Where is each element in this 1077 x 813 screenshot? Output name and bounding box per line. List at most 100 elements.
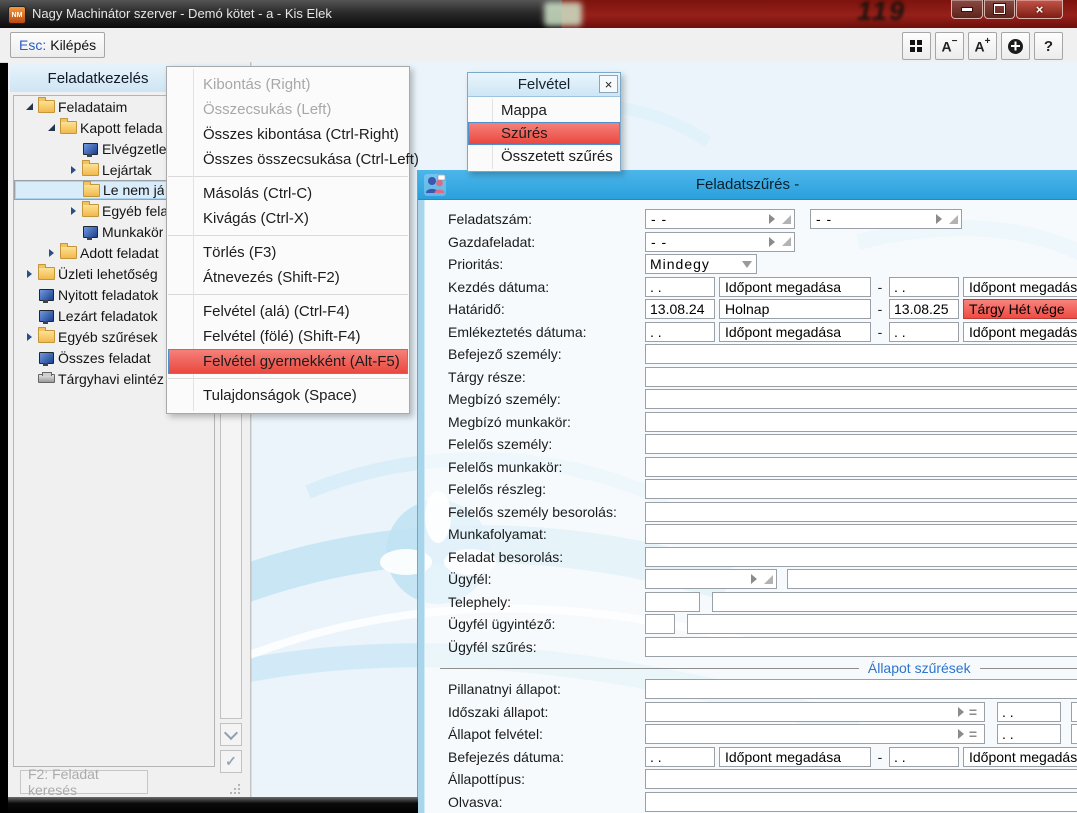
llapot-felv-tel-combo[interactable]: =: [645, 724, 985, 744]
priorit-s-select[interactable]: Mindegy: [645, 254, 757, 274]
id-szaki-llapot-picker-button[interactable]: Időpont megadása: [1071, 702, 1077, 722]
megb-z-munkak-r-input[interactable]: [645, 412, 1077, 432]
field-controls: Mindegy: [645, 254, 757, 274]
gyf-l-input[interactable]: [787, 569, 1077, 589]
megb-z-szem-ly-input[interactable]: [645, 389, 1077, 409]
scroll-down-button[interactable]: [220, 723, 242, 746]
felel-s-szem-ly-input[interactable]: [645, 434, 1077, 454]
t-rgy-r-sze-input[interactable]: [645, 367, 1077, 387]
gyf-l-combo[interactable]: [645, 569, 777, 589]
telephely-input[interactable]: [645, 592, 700, 612]
pillanatnyi-llapot-input[interactable]: [645, 679, 1077, 699]
popup-close-button[interactable]: ×: [599, 75, 618, 93]
eml-keztet-s-d-tuma-picker-button[interactable]: Időpont megadása: [719, 322, 871, 342]
llapot-felv-tel-date-input[interactable]: . .: [997, 724, 1061, 744]
feladatsz-m-combo[interactable]: - -: [645, 209, 795, 229]
feladat-besorol-s-input[interactable]: [645, 547, 1077, 567]
befejez-s-d-tuma-picker-button[interactable]: Időpont megadása: [963, 747, 1077, 767]
kezd-s-d-tuma-picker-button[interactable]: Időpont megadása: [719, 277, 871, 297]
menu-item-felv-tel-gyermekk-nt[interactable]: Felvétel gyermekként (Alt-F5): [168, 349, 408, 374]
collapsed-arrow-icon[interactable]: [66, 166, 80, 174]
menu-item-kiv-g-s[interactable]: Kivágás (Ctrl-X): [167, 206, 409, 231]
monitor-icon: [80, 143, 100, 155]
collapsed-arrow-icon[interactable]: [22, 333, 36, 341]
feladatsz-m-combo[interactable]: - -: [810, 209, 962, 229]
resize-grip-icon[interactable]: [764, 575, 773, 584]
field-controls: [645, 792, 1077, 812]
field-label: Telephely:: [448, 594, 511, 610]
exit-button[interactable]: Esc: Kilépés: [10, 32, 105, 58]
resize-grip-icon[interactable]: [782, 237, 791, 246]
popup-item-sszetett-sz-r-s[interactable]: Összetett szűrés: [468, 145, 620, 168]
felel-s-munkak-r-input[interactable]: [645, 457, 1077, 477]
menu-item-tulajdons-gok[interactable]: Tulajdonságok (Space): [167, 383, 409, 408]
menu-item-m-sol-s[interactable]: Másolás (Ctrl-C): [167, 181, 409, 206]
field-label: Emlékeztetés dátuma:: [448, 324, 587, 340]
hat-rid-picker-button[interactable]: Holnap: [719, 299, 871, 319]
gazdafeladat-combo[interactable]: - -: [645, 232, 795, 252]
resize-grip-icon[interactable]: [949, 215, 958, 224]
eml-keztet-s-d-tuma-date-input[interactable]: . .: [889, 322, 959, 342]
llapott-pus-input[interactable]: [645, 769, 1077, 789]
eml-keztet-s-d-tuma-date-input[interactable]: . .: [645, 322, 715, 342]
field-controls: [645, 569, 1077, 589]
expanded-arrow-icon[interactable]: [22, 103, 36, 110]
befejez-s-d-tuma-date-input[interactable]: . .: [645, 747, 715, 767]
confirm-button[interactable]: ✓: [220, 750, 242, 773]
kezd-s-d-tuma-date-input[interactable]: . .: [889, 277, 959, 297]
help-button[interactable]: ?: [1034, 32, 1063, 60]
id-szaki-llapot-date-input[interactable]: . .: [997, 702, 1061, 722]
collapsed-arrow-icon[interactable]: [22, 270, 36, 278]
hat-rid-date-input[interactable]: 13.08.25: [889, 299, 959, 319]
gyf-l-sz-r-s-input[interactable]: [645, 637, 1077, 657]
question-icon: ?: [1044, 38, 1053, 55]
tree-context-menu: Kibontás (Right)Összecsukás (Left)Összes…: [166, 66, 410, 414]
hat-rid-picker-button[interactable]: Tárgy Hét vége: [963, 299, 1077, 319]
layout-grid-button[interactable]: [902, 32, 931, 60]
eml-keztet-s-d-tuma-picker-button[interactable]: Időpont megadása: [963, 322, 1077, 342]
navigate-button[interactable]: [1001, 32, 1030, 60]
menu-item-felv-tel[interactable]: Felvétel (fölé) (Shift-F4): [167, 324, 409, 349]
menu-item-sszes-kibont-sa[interactable]: Összes kibontása (Ctrl-Right): [167, 122, 409, 147]
munkafolyamat-input[interactable]: [645, 524, 1077, 544]
kezd-s-d-tuma-date-input[interactable]: . .: [645, 277, 715, 297]
befejez-s-d-tuma-picker-button[interactable]: Időpont megadása: [719, 747, 871, 767]
maximize-button[interactable]: [984, 0, 1015, 19]
felel-s-szem-ly-besorol-s-input[interactable]: [645, 502, 1077, 522]
resize-grip-icon[interactable]: [782, 215, 791, 224]
field-label: Felelős munkakör:: [448, 459, 562, 475]
collapsed-arrow-icon[interactable]: [44, 249, 58, 257]
felel-s-r-szleg-input[interactable]: [645, 479, 1077, 499]
befejez-s-d-tuma-date-input[interactable]: . .: [889, 747, 959, 767]
field-label: Befejező személy:: [448, 346, 562, 362]
form-row-telephely: Telephely:: [425, 591, 1077, 614]
llapot-felv-tel-picker-button[interactable]: Időpont megadása: [1071, 724, 1077, 744]
field-controls: [645, 479, 1077, 499]
popup-item-mappa[interactable]: Mappa: [468, 99, 620, 122]
printer-icon: [36, 374, 56, 383]
font-decrease-button[interactable]: A−: [935, 32, 964, 60]
collapsed-arrow-icon[interactable]: [66, 207, 80, 215]
olvasva-input[interactable]: [645, 792, 1077, 812]
menu-item-t-rl-s[interactable]: Törlés (F3): [167, 240, 409, 265]
close-button[interactable]: ×: [1016, 0, 1063, 19]
menu-item-sszes-sszecsuk-sa[interactable]: Összes összecsukása (Ctrl-Left): [167, 147, 409, 172]
kezd-s-d-tuma-picker-button[interactable]: Időpont megadása: [963, 277, 1077, 297]
range-dash: -: [875, 279, 885, 295]
monitor-icon: [36, 310, 56, 322]
befejez-szem-ly-input[interactable]: [645, 344, 1077, 364]
id-szaki-llapot-combo[interactable]: =: [645, 702, 985, 722]
minimize-button[interactable]: [951, 0, 983, 19]
field-controls: [645, 614, 1077, 634]
task-search-button[interactable]: F2: Feladat keresés: [20, 770, 148, 794]
menu-item-felv-tel[interactable]: Felvétel (alá) (Ctrl-F4): [167, 299, 409, 324]
panel-resize-grip[interactable]: [230, 784, 240, 794]
popup-item-sz-r-s[interactable]: Szűrés: [468, 122, 620, 145]
gyf-l-gyint-z-input[interactable]: [687, 614, 1077, 634]
hat-rid-date-input[interactable]: 13.08.24: [645, 299, 715, 319]
menu-item-tnevez-s[interactable]: Átnevezés (Shift-F2): [167, 265, 409, 290]
font-increase-button[interactable]: A+: [968, 32, 997, 60]
expanded-arrow-icon[interactable]: [44, 124, 58, 131]
gyf-l-gyint-z-input[interactable]: [645, 614, 675, 634]
telephely-input[interactable]: [712, 592, 1077, 612]
